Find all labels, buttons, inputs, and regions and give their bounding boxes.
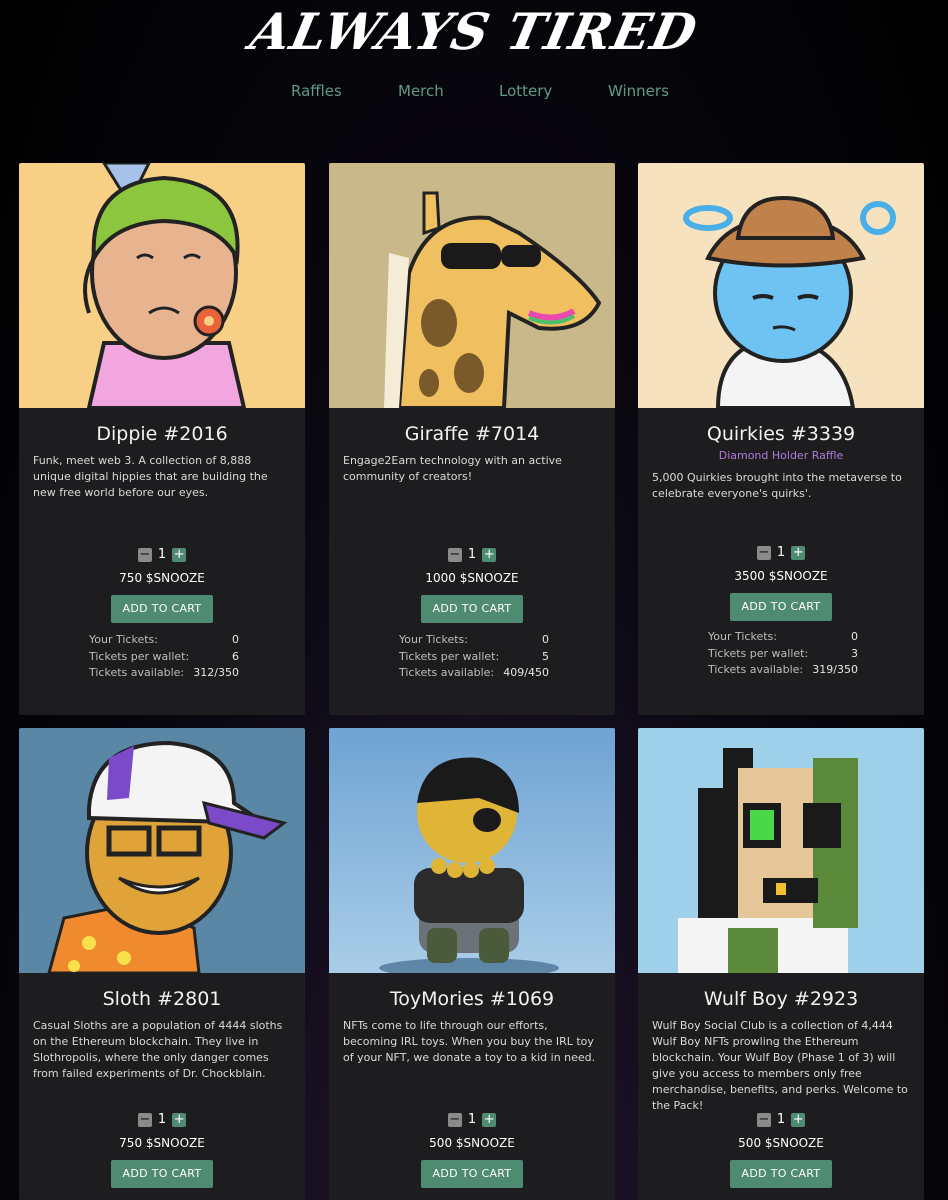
card-description: Casual Sloths are a population of 4444 s… [33,1019,283,1080]
available-value: 319/350 [812,663,858,676]
available-label: Tickets available: [708,663,804,676]
dippie-illustration [19,163,305,408]
your-tickets-value: 0 [232,633,239,646]
quantity-stepper: −1 + [638,1109,924,1127]
decrement-button[interactable]: − [137,1112,152,1127]
nft-image [638,728,924,973]
available-value: 409/450 [503,666,549,679]
card-description: Funk, meet web 3. A collection of 8,888 … [33,454,268,499]
nft-image [19,728,305,973]
quantity-stepper: −1 + [19,544,305,562]
card-description: Engage2Earn technology with an active co… [343,454,562,483]
per-wallet-label: Tickets per wallet: [708,646,809,660]
increment-button[interactable]: + [482,1112,497,1127]
quantity-stepper: −1 + [329,1109,615,1127]
your-tickets-value: 0 [542,633,549,646]
raffle-card: ToyMories #1069 NFTs come to life throug… [329,728,615,1200]
raffle-card: Wulf Boy #2923 Wulf Boy Social Club is a… [638,728,924,1200]
available-label: Tickets available: [399,666,495,679]
your-tickets-label: Your Tickets: [89,633,158,646]
nft-image [638,163,924,408]
card-description: Wulf Boy Social Club is a collection of … [652,1019,908,1112]
add-to-cart-button[interactable]: ADD TO CART [111,1160,213,1188]
ticket-stats: Your Tickets: 0 Tickets per wallet: 5 Tick… [399,633,549,683]
card-description: NFTs come to life through our efforts, b… [343,1019,596,1064]
add-to-cart-button[interactable]: ADD TO CART [730,1160,832,1188]
quantity-stepper: −1 + [19,1109,305,1127]
add-to-cart-button[interactable]: ADD TO CART [421,595,523,623]
card-description: 5,000 Quirkies brought into the metavers… [652,471,902,500]
ticket-price: 3500 $SNOOZE [734,569,828,583]
ticket-price: 750 $SNOOZE [119,571,205,585]
per-wallet-value: 6 [232,649,239,663]
wulf-boy-pixel-art [638,728,924,973]
raffle-type-label: Diamond Holder Raffle [718,449,844,462]
available-label: Tickets available: [89,666,185,679]
decrement-button[interactable]: − [756,545,771,560]
quantity-value: 1 [776,545,786,560]
ticket-price: 500 $SNOOZE [429,1136,515,1150]
raffle-card: Quirkies #3339 Diamond Holder Raffle 5,0… [638,163,924,715]
quantity-value: 1 [467,547,477,562]
available-value: 312/350 [193,666,239,679]
your-tickets-label: Your Tickets: [708,630,777,643]
nft-image [329,728,615,973]
quantity-stepper: −1 + [638,542,924,560]
card-title: Giraffe #7014 [404,423,540,445]
per-wallet-label: Tickets per wallet: [89,649,190,663]
ticket-price: 500 $SNOOZE [738,1136,824,1150]
nft-image [329,163,615,408]
your-tickets-label: Your Tickets: [399,633,468,646]
increment-button[interactable]: + [482,547,497,562]
increment-button[interactable]: + [791,545,806,560]
ticket-stats: Your Tickets: 0 Tickets per wallet: 6 Tick… [89,633,239,683]
per-wallet-value: 3 [851,646,858,660]
add-to-cart-button[interactable]: ADD TO CART [421,1160,523,1188]
per-wallet-value: 5 [542,649,549,663]
card-title: ToyMories #1069 [389,988,555,1010]
quantity-value: 1 [776,1112,786,1127]
ticket-price: 1000 $SNOOZE [425,571,519,585]
your-tickets-value: 0 [851,630,858,643]
quantity-value: 1 [157,1112,167,1127]
decrement-button[interactable]: − [137,547,152,562]
card-title: Wulf Boy #2923 [703,988,859,1010]
raffle-card: Dippie #2016 Funk, meet web 3. A collect… [19,163,305,715]
card-title: Quirkies #3339 [706,423,856,445]
toymories-photo [329,728,615,973]
per-wallet-label: Tickets per wallet: [399,649,500,663]
raffle-card: Sloth #2801 Casual Sloths are a populati… [19,728,305,1200]
quantity-value: 1 [467,1112,477,1127]
giraffe-illustration [329,163,615,408]
increment-button[interactable]: + [791,1112,806,1127]
quantity-stepper: −1 + [329,544,615,562]
raffle-card: Giraffe #7014 Engage2Earn technology wit… [329,163,615,715]
decrement-button[interactable]: − [447,547,462,562]
quantity-value: 1 [157,547,167,562]
card-title: Sloth #2801 [102,988,222,1010]
add-to-cart-button[interactable]: ADD TO CART [730,593,832,621]
ticket-stats: Your Tickets: 0 Tickets per wallet: 3 Tick… [708,630,858,680]
ticket-price: 750 $SNOOZE [119,1136,205,1150]
add-to-cart-button[interactable]: ADD TO CART [111,595,213,623]
quirkies-illustration [638,163,924,408]
decrement-button[interactable]: − [447,1112,462,1127]
card-title: Dippie #2016 [96,423,228,445]
nft-image [19,163,305,408]
increment-button[interactable]: + [172,547,187,562]
sloth-illustration [19,728,305,973]
increment-button[interactable]: + [172,1112,187,1127]
raffle-grid: Dippie #2016 Funk, meet web 3. A collect… [0,0,948,1200]
decrement-button[interactable]: − [756,1112,771,1127]
